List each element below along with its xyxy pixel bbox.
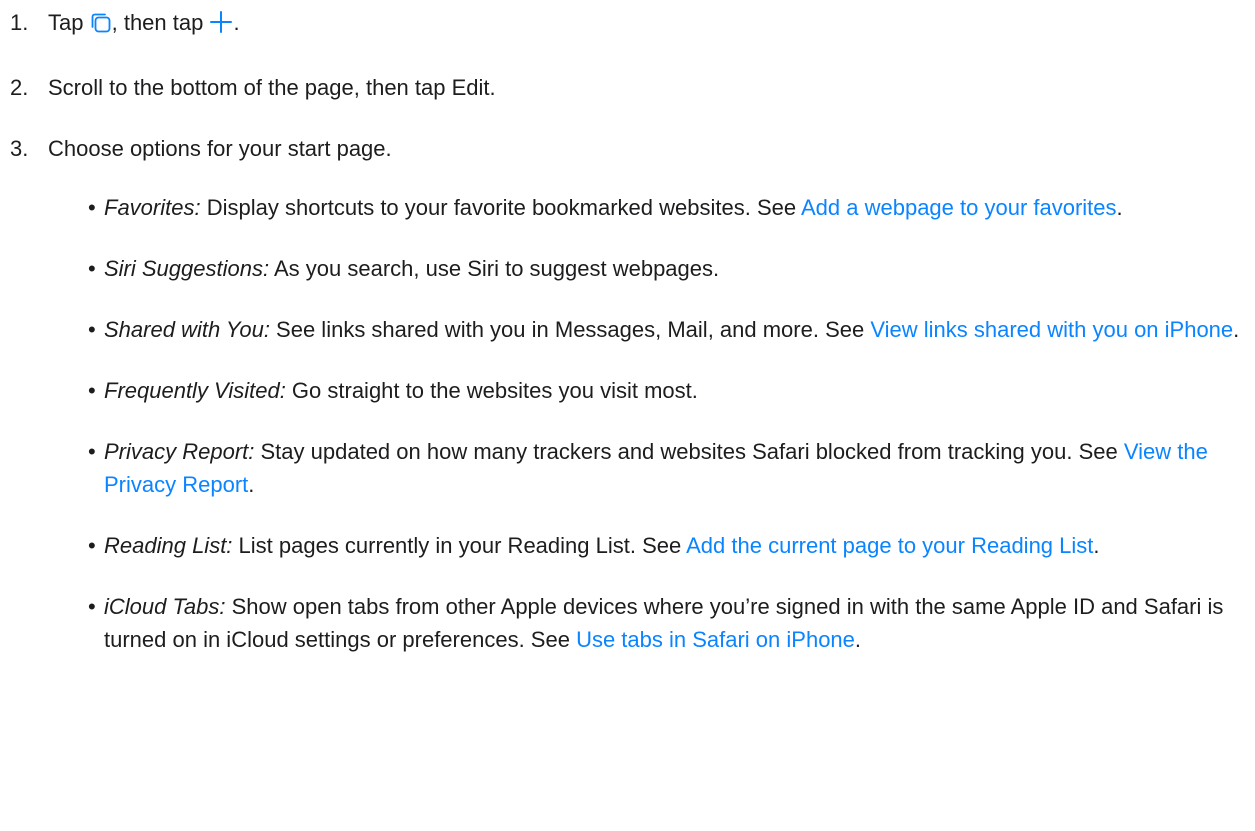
option-term: Favorites: xyxy=(104,195,201,220)
link-add-current-page-reading-list[interactable]: Add the current page to your Reading Lis… xyxy=(686,533,1093,558)
step-text: Tap xyxy=(48,10,84,35)
step-text: , then tap xyxy=(111,10,204,35)
step-number: 2. xyxy=(10,75,29,100)
option-term: Privacy Report: xyxy=(104,439,255,464)
bullet: • xyxy=(88,256,96,281)
option-privacy-report: • Privacy Report: Stay updated on how man… xyxy=(88,435,1255,501)
option-term: Siri Suggestions: xyxy=(104,256,270,281)
option-tail: . xyxy=(1093,533,1100,558)
bullet: • xyxy=(88,594,96,619)
option-favorites: • Favorites: Display shortcuts to your fa… xyxy=(88,191,1255,224)
bullet: • xyxy=(88,533,96,558)
link-use-tabs-safari[interactable]: Use tabs in Safari on iPhone xyxy=(576,627,855,652)
option-tail: . xyxy=(1116,195,1123,220)
bullet: • xyxy=(88,378,96,403)
step-3: 3. Choose options for your start page. •… xyxy=(0,132,1255,656)
option-shared-with-you: • Shared with You: See links shared with … xyxy=(88,313,1255,346)
option-desc: Go straight to the websites you visit mo… xyxy=(285,378,698,403)
step-1: 1. Tap , then tap . xyxy=(0,6,1255,43)
steps-list: 1. Tap , then tap . 2. Scroll to the bot… xyxy=(0,6,1255,656)
option-tail: . xyxy=(1233,317,1240,342)
step-text: . xyxy=(233,10,240,35)
option-reading-list: • Reading List: List pages currently in y… xyxy=(88,529,1255,562)
option-term: Shared with You: xyxy=(104,317,270,342)
option-frequently-visited: • Frequently Visited: Go straight to the … xyxy=(88,374,1255,407)
step-2: 2. Scroll to the bottom of the page, the… xyxy=(0,71,1255,104)
bullet: • xyxy=(88,195,96,220)
step-number: 3. xyxy=(10,136,29,161)
option-desc: List pages currently in your Reading Lis… xyxy=(232,533,687,558)
step-number: 1. xyxy=(10,10,29,35)
option-desc: Display shortcuts to your favorite bookm… xyxy=(200,195,801,220)
option-desc: As you search, use Siri to suggest webpa… xyxy=(269,256,720,281)
option-term: Reading List: xyxy=(104,533,233,558)
tabs-icon xyxy=(90,10,112,43)
link-view-links-shared[interactable]: View links shared with you on iPhone xyxy=(870,317,1233,342)
bullet: • xyxy=(88,439,96,464)
start-page-options: • Favorites: Display shortcuts to your fa… xyxy=(88,191,1255,656)
bullet: • xyxy=(88,317,96,342)
option-tail: . xyxy=(854,627,862,652)
option-term: iCloud Tabs: xyxy=(104,594,226,619)
option-desc: See links shared with you in Messages, M… xyxy=(269,317,871,342)
plus-icon xyxy=(209,10,233,43)
option-term: Frequently Visited: xyxy=(104,378,286,403)
step-text: Choose options for your start page. xyxy=(48,136,392,161)
option-siri-suggestions: • Siri Suggestions: As you search, use Si… xyxy=(88,252,1255,285)
link-add-webpage-favorites[interactable]: Add a webpage to your favorites xyxy=(801,195,1117,220)
instructions: 1. Tap , then tap . 2. Scroll to the bot… xyxy=(0,0,1255,656)
step-text: Scroll to the bottom of the page, then t… xyxy=(48,75,496,100)
option-icloud-tabs: • iCloud Tabs: Show open tabs from other … xyxy=(88,590,1255,656)
option-tail: . xyxy=(248,472,255,497)
option-desc: Stay updated on how many trackers and we… xyxy=(254,439,1124,464)
